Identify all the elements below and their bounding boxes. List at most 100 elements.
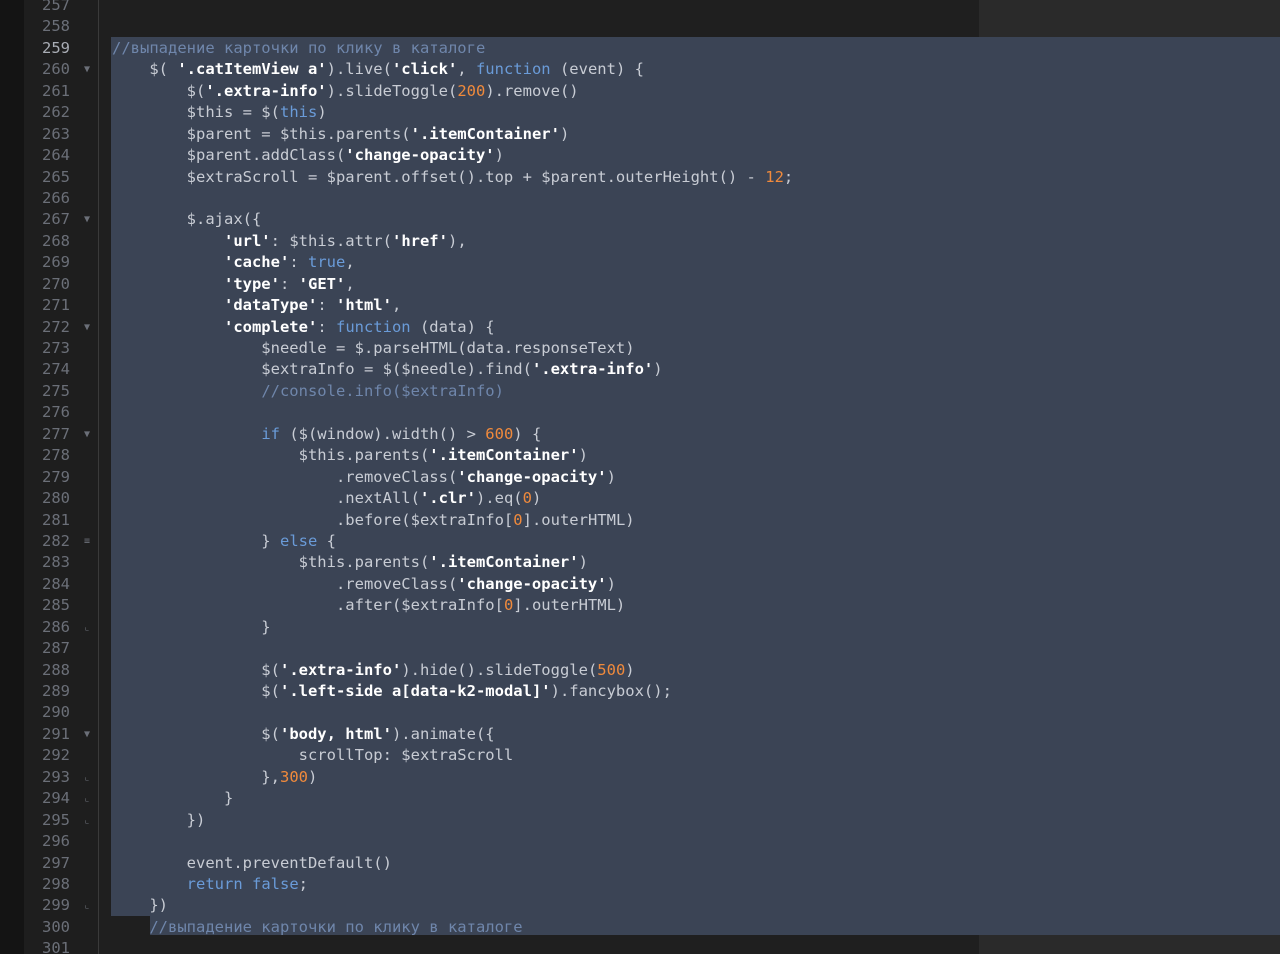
line-number[interactable]: 288: [24, 660, 70, 681]
line-number[interactable]: 300: [24, 917, 70, 938]
code-text[interactable]: $.ajax({: [112, 209, 262, 230]
code-text[interactable]: $needle = $.parseHTML(data.responseText): [112, 338, 634, 359]
line-number[interactable]: 278: [24, 445, 70, 466]
code-text[interactable]: 'url': $this.attr('href'),: [112, 231, 467, 252]
code-text[interactable]: .removeClass('change-opacity'): [112, 467, 616, 488]
code-text[interactable]: return false;: [112, 874, 308, 895]
line-number[interactable]: 277: [24, 424, 70, 445]
line-number[interactable]: 294: [24, 788, 70, 809]
fold-arrow-icon[interactable]: ▼: [81, 59, 93, 80]
code-token: scrollTop: $extraScroll: [112, 746, 514, 765]
code-text[interactable]: $('.left-side a[data-k2-modal]').fancybo…: [112, 681, 672, 702]
code-text[interactable]: .after($extraInfo[0].outerHTML): [112, 595, 625, 616]
code-text[interactable]: //выпадение карточки по клику в каталоге: [112, 917, 522, 938]
code-text[interactable]: if ($(window).width() > 600) {: [112, 424, 541, 445]
fold-end-icon[interactable]: ⌞: [81, 767, 93, 788]
code-token: :: [279, 274, 299, 293]
code-text[interactable]: 'cache': true,: [112, 252, 355, 273]
code-token: function: [475, 60, 551, 79]
line-number[interactable]: 270: [24, 274, 70, 295]
line-number[interactable]: 298: [24, 874, 70, 895]
line-number[interactable]: 279: [24, 467, 70, 488]
code-token: .before($extraInfo[: [112, 510, 514, 529]
line-number[interactable]: 272: [24, 317, 70, 338]
line-number[interactable]: 287: [24, 638, 70, 659]
fold-arrow-icon[interactable]: ▼: [81, 424, 93, 445]
line-number[interactable]: 299: [24, 895, 70, 916]
code-text[interactable]: $this = $(this): [112, 102, 327, 123]
fold-end-icon[interactable]: ⌞: [81, 810, 93, 831]
fold-marker-icon[interactable]: ≡: [81, 531, 93, 552]
line-number[interactable]: 257: [24, 0, 70, 16]
line-number[interactable]: 268: [24, 231, 70, 252]
line-number[interactable]: 296: [24, 831, 70, 852]
code-text[interactable]: $extraInfo = $($needle).find('.extra-inf…: [112, 359, 662, 380]
line-number[interactable]: 293: [24, 767, 70, 788]
code-text[interactable]: //console.info($extraInfo): [112, 381, 504, 402]
line-number[interactable]: 261: [24, 81, 70, 102]
line-number[interactable]: 291: [24, 724, 70, 745]
code-text[interactable]: .removeClass('change-opacity'): [112, 574, 616, 595]
code-text[interactable]: },300): [112, 767, 317, 788]
code-text[interactable]: $parent.addClass('change-opacity'): [112, 145, 504, 166]
code-text[interactable]: event.preventDefault(): [112, 853, 392, 874]
code-token: '.extra-info': [531, 360, 654, 379]
code-text[interactable]: $parent = $this.parents('.itemContainer'…: [112, 124, 570, 145]
line-number[interactable]: 289: [24, 681, 70, 702]
line-number[interactable]: 283: [24, 552, 70, 573]
code-text[interactable]: 'dataType': 'html',: [112, 295, 401, 316]
fold-arrow-icon[interactable]: ▼: [81, 317, 93, 338]
line-number[interactable]: 258: [24, 16, 70, 37]
code-text[interactable]: }: [112, 788, 233, 809]
line-number[interactable]: 297: [24, 853, 70, 874]
code-text[interactable]: $extraScroll = $parent.offset().top + $p…: [112, 167, 794, 188]
line-number[interactable]: 275: [24, 381, 70, 402]
code-text[interactable]: 'complete': function (data) {: [112, 317, 495, 338]
code-text[interactable]: } else {: [112, 531, 336, 552]
fold-end-icon[interactable]: ⌞: [81, 617, 93, 638]
line-number[interactable]: 260: [24, 59, 70, 80]
line-number[interactable]: 263: [24, 124, 70, 145]
fold-end-icon[interactable]: ⌞: [81, 895, 93, 916]
line-number[interactable]: 276: [24, 402, 70, 423]
line-number[interactable]: 273: [24, 338, 70, 359]
line-number[interactable]: 281: [24, 510, 70, 531]
code-text[interactable]: .before($extraInfo[0].outerHTML): [112, 510, 635, 531]
code-text[interactable]: }): [112, 810, 206, 831]
code-text[interactable]: $this.parents('.itemContainer'): [112, 552, 588, 573]
line-number[interactable]: 280: [24, 488, 70, 509]
line-number[interactable]: 271: [24, 295, 70, 316]
line-number[interactable]: 292: [24, 745, 70, 766]
code-text[interactable]: }): [112, 895, 168, 916]
code-text[interactable]: $this.parents('.itemContainer'): [112, 445, 588, 466]
code-text[interactable]: scrollTop: $extraScroll: [112, 745, 514, 766]
line-number[interactable]: 262: [24, 102, 70, 123]
line-number[interactable]: 295: [24, 810, 70, 831]
line-number[interactable]: 267: [24, 209, 70, 230]
code-text[interactable]: 'type': 'GET',: [112, 274, 355, 295]
line-number[interactable]: 266: [24, 188, 70, 209]
fold-end-icon[interactable]: ⌞: [81, 788, 93, 809]
code-text[interactable]: $('.extra-info').slideToggle(200).remove…: [112, 81, 579, 102]
code-text[interactable]: $('body, html').animate({: [112, 724, 494, 745]
line-number[interactable]: 265: [24, 167, 70, 188]
line-number[interactable]: 290: [24, 702, 70, 723]
line-number[interactable]: 274: [24, 359, 70, 380]
line-number[interactable]: 285: [24, 595, 70, 616]
code-token: }: [112, 617, 271, 636]
line-number[interactable]: 264: [24, 145, 70, 166]
code-text[interactable]: .nextAll('.clr').eq(0): [112, 488, 541, 509]
line-number[interactable]: 301: [24, 938, 70, 954]
code-text[interactable]: $( '.catItemView a').live('click', funct…: [112, 59, 644, 80]
line-number[interactable]: 286: [24, 617, 70, 638]
code-text[interactable]: $('.extra-info').hide().slideToggle(500): [112, 660, 634, 681]
code-text[interactable]: }: [112, 617, 271, 638]
code-text[interactable]: //выпадение карточки по клику в каталоге: [112, 38, 485, 59]
line-number[interactable]: 282: [24, 531, 70, 552]
line-number[interactable]: 284: [24, 574, 70, 595]
line-number[interactable]: 259: [24, 38, 70, 59]
fold-arrow-icon[interactable]: ▼: [81, 724, 93, 745]
line-number[interactable]: 269: [24, 252, 70, 273]
fold-arrow-icon[interactable]: ▼: [81, 209, 93, 230]
